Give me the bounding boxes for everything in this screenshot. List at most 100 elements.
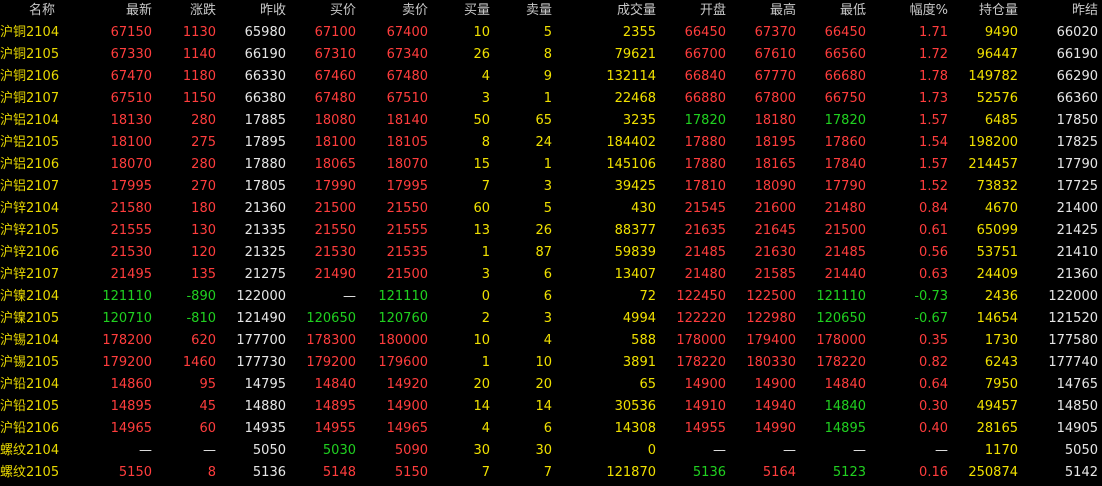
table-row[interactable]: 沪铅2104 14860 95 14795 14840 14920 20 20 65 14900 1… [0,374,1102,396]
cell-open-interest: 214457 [968,157,1018,172]
cell-open-interest: 250874 [968,465,1018,480]
cell-low: 121110 [816,289,866,304]
cell-open-interest: 9490 [984,25,1018,40]
table-row[interactable]: 沪锡2104 178200 620 177700 178300 180000 10 4 588 1… [0,330,1102,352]
col-header-percent[interactable]: 幅度% [870,0,952,22]
cell-low: — [853,443,866,458]
cell-change: 120 [191,245,216,260]
table-row[interactable]: 沪铜2107 67510 1150 66380 67480 67510 3 1 22468 668… [0,88,1102,110]
cell-last: 17995 [110,179,152,194]
cell-percent: 0.82 [919,355,948,370]
cell-prev-close: 65980 [244,25,286,40]
table-row[interactable]: 沪镍2105 120710 -810 121490 120650 120760 2 3 4994… [0,308,1102,330]
cell-prev-settle: 66190 [1056,47,1098,62]
cell-change: 8 [207,465,216,480]
table-row[interactable]: 螺纹2104 — — 5050 5030 5090 30 30 0 — — — — 1170 5050 [0,440,1102,462]
cell-ask: 21500 [386,267,428,282]
cell-change: -810 [186,311,216,326]
cell-high: 67370 [754,25,796,40]
table-row[interactable]: 沪铅2105 14895 45 14880 14895 14900 14 14 30536 149… [0,396,1102,418]
cell-high: 21585 [754,267,796,282]
col-header-open[interactable]: 开盘 [660,0,730,22]
cell-high: 67610 [754,47,796,62]
cell-change: 130 [191,223,216,238]
cell-open-interest: 6243 [984,355,1018,370]
cell-ask: 120760 [378,311,428,326]
cell-open-interest: 28165 [976,421,1018,436]
table-row[interactable]: 沪铝2107 17995 270 17805 17990 17995 7 3 39425 1781… [0,176,1102,198]
cell-volume: 59839 [614,245,656,260]
cell-volume: 184402 [606,135,656,150]
cell-open: 5136 [692,465,726,480]
col-header-name[interactable]: 名称 [0,0,84,22]
cell-change: 180 [191,201,216,216]
quote-body: 沪铜2104 67150 1130 65980 67100 67400 10 5 2355 664… [0,22,1102,484]
cell-name: 螺纹2105 [0,465,60,480]
cell-low: 66450 [824,25,866,40]
cell-high: 21645 [754,223,796,238]
cell-bid: 14955 [314,421,356,436]
cell-ask: 67340 [386,47,428,62]
col-header-ask-volume[interactable]: 卖量 [494,0,556,22]
table-row[interactable]: 沪锌2107 21495 135 21275 21490 21500 3 6 13407 2148… [0,264,1102,286]
table-row[interactable]: 沪锌2106 21530 120 21325 21530 21535 1 87 59839 214… [0,242,1102,264]
table-row[interactable]: 沪锌2104 21580 180 21360 21500 21550 60 5 430 21545… [0,198,1102,220]
cell-open-interest: 14654 [976,311,1018,326]
cell-open-interest: 53751 [976,245,1018,260]
table-row[interactable]: 沪铝2105 18100 275 17895 18100 18105 8 24 184402 17… [0,132,1102,154]
table-row[interactable]: 沪锡2105 179200 1460 177730 179200 179600 1 10 389… [0,352,1102,374]
cell-high: 67800 [754,91,796,106]
cell-ask: 5090 [394,443,428,458]
table-row[interactable]: 沪铜2104 67150 1130 65980 67100 67400 10 5 2355 664… [0,22,1102,44]
table-row[interactable]: 螺纹2105 5150 8 5136 5148 5150 7 7 121870 5136 5164 5… [0,462,1102,484]
col-header-low[interactable]: 最低 [800,0,870,22]
col-header-bid[interactable]: 买价 [290,0,360,22]
cell-low: 17820 [824,113,866,128]
cell-percent: 1.57 [919,157,948,172]
cell-percent: 0.84 [919,201,948,216]
col-header-prev-settle[interactable]: 昨结 [1022,0,1102,22]
table-row[interactable]: 沪铅2106 14965 60 14935 14955 14965 4 6 14308 14955… [0,418,1102,440]
cell-open: 17880 [684,135,726,150]
cell-bid-volume: 26 [473,47,490,62]
cell-ask-volume: 6 [543,267,552,282]
col-header-bid-volume[interactable]: 买量 [432,0,494,22]
cell-volume: 145106 [606,157,656,172]
cell-high: 180330 [746,355,796,370]
col-header-prev-close[interactable]: 昨收 [220,0,290,22]
cell-ask-volume: 9 [543,69,552,84]
table-row[interactable]: 沪铝2106 18070 280 17880 18065 18070 15 1 145106 17… [0,154,1102,176]
cell-bid-volume: 3 [481,91,490,106]
col-header-last[interactable]: 最新 [84,0,156,22]
cell-volume: 121870 [606,465,656,480]
table-row[interactable]: 沪锌2105 21555 130 21335 21550 21555 13 26 88377 21… [0,220,1102,242]
cell-bid-volume: 20 [473,377,490,392]
col-header-volume[interactable]: 成交量 [556,0,660,22]
cell-ask: 18140 [386,113,428,128]
cell-percent: 0.64 [919,377,948,392]
cell-name: 沪铝2106 [0,157,60,172]
cell-volume: 588 [631,333,656,348]
col-header-open-interest[interactable]: 持仓量 [952,0,1022,22]
cell-bid: 67310 [314,47,356,62]
cell-volume: 72 [639,289,656,304]
col-header-high[interactable]: 最高 [730,0,800,22]
cell-open-interest: 24409 [976,267,1018,282]
cell-open: 14910 [684,399,726,414]
cell-low: 66680 [824,69,866,84]
cell-bid: 14840 [314,377,356,392]
cell-ask-volume: 1 [543,157,552,172]
cell-prev-close: 14880 [244,399,286,414]
table-row[interactable]: 沪铜2106 67470 1180 66330 67460 67480 4 9 132114 66… [0,66,1102,88]
table-row[interactable]: 沪铝2104 18130 280 17885 18080 18140 50 65 3235 178… [0,110,1102,132]
table-row[interactable]: 沪铜2105 67330 1140 66190 67310 67340 26 8 79621 66… [0,44,1102,66]
cell-low: 21440 [824,267,866,282]
cell-open: 122450 [676,289,726,304]
col-header-ask[interactable]: 卖价 [360,0,432,22]
col-header-change[interactable]: 涨跌 [156,0,220,22]
cell-bid: 120650 [306,311,356,326]
cell-last: 179200 [102,355,152,370]
table-row[interactable]: 沪镍2104 121110 -890 122000 — 121110 0 6 72 122450 1… [0,286,1102,308]
cell-ask-volume: 1 [543,91,552,106]
cell-name: 沪铝2107 [0,179,60,194]
